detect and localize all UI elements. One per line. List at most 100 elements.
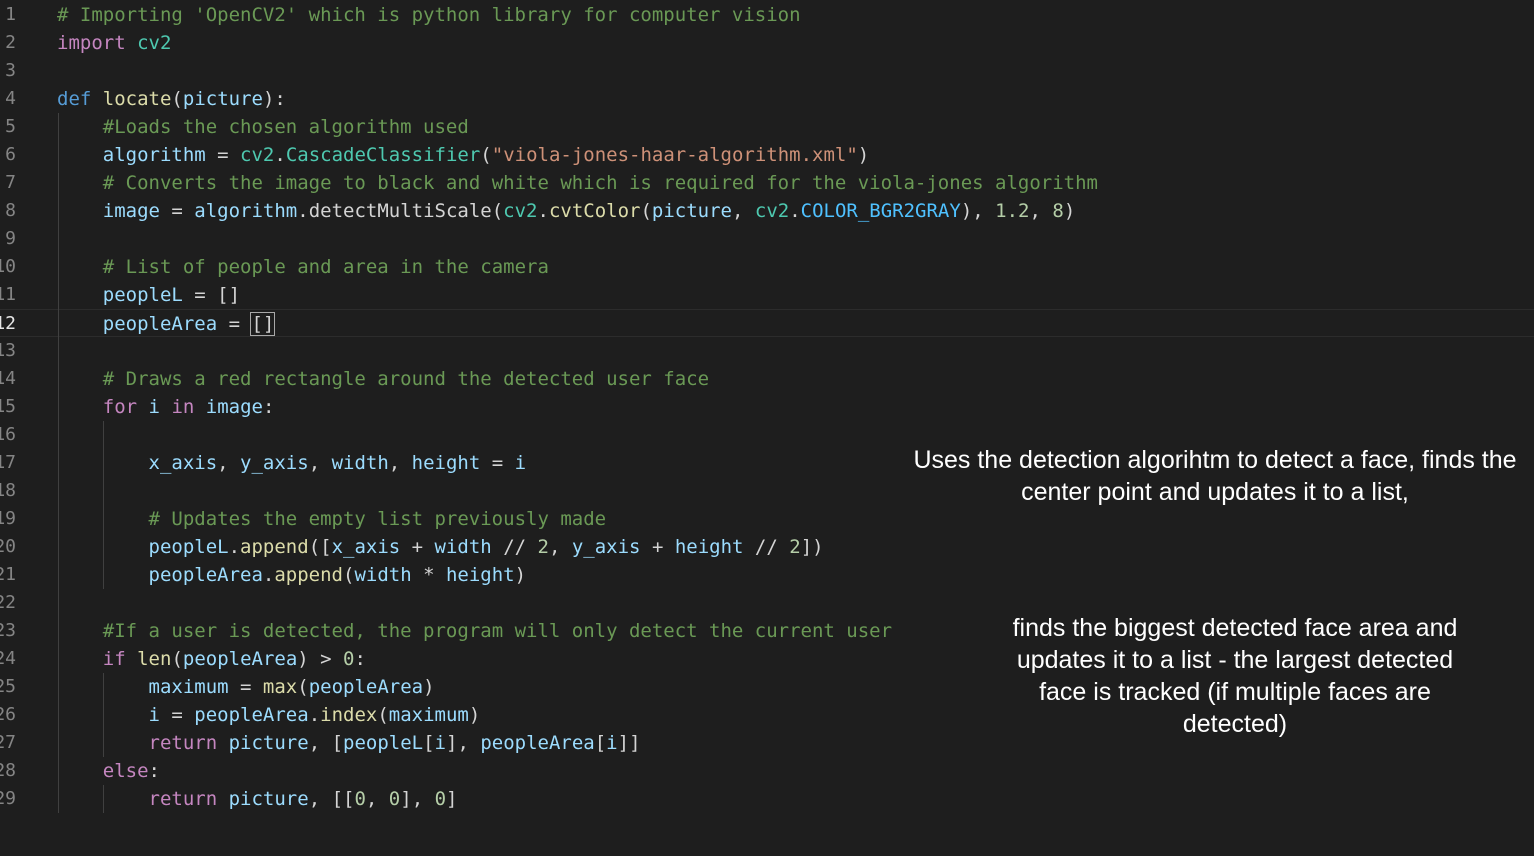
- indent-guide: [102, 421, 104, 589]
- code-token: ]): [800, 536, 824, 558]
- code-token: algorithm: [102, 144, 206, 166]
- code-text[interactable]: return picture, [[0, 0], 0]: [57, 785, 458, 813]
- code-line[interactable]: 20 peopleL.append([x_axis + width // 2, …: [0, 533, 1534, 561]
- code-text[interactable]: #If a user is detected, the program will…: [57, 617, 892, 645]
- line-number: 3: [5, 60, 16, 81]
- code-token: ]: [446, 788, 458, 810]
- code-line[interactable]: 14 # Draws a red rectangle around the de…: [0, 365, 1534, 393]
- code-token: //: [491, 536, 538, 558]
- code-text[interactable]: algorithm = cv2.CascadeClassifier("viola…: [57, 141, 869, 169]
- line-number: 14: [0, 368, 16, 389]
- code-token: i: [434, 732, 446, 754]
- code-text[interactable]: return picture, [peopleL[i], peopleArea[…: [57, 729, 641, 757]
- code-line[interactable]: 1 # Importing 'OpenCV2' which is python l…: [0, 1, 1534, 29]
- code-token: [: [594, 732, 607, 754]
- code-text[interactable]: if len(peopleArea) > 0:: [57, 645, 366, 673]
- code-text[interactable]: # Updates the empty list previously made: [57, 505, 607, 533]
- code-text[interactable]: import cv2: [57, 29, 171, 57]
- line-number: 5: [5, 116, 16, 137]
- code-text[interactable]: i = peopleArea.index(maximum): [57, 701, 481, 729]
- code-token: def: [57, 88, 92, 110]
- line-number: 24: [0, 648, 16, 669]
- code-token: peopleL: [343, 732, 424, 754]
- line-number: 16: [0, 424, 16, 445]
- code-text[interactable]: peopleL = []: [57, 281, 240, 309]
- code-token: 8: [1052, 200, 1064, 222]
- code-token: :: [354, 648, 366, 670]
- code-line[interactable]: 11 peopleL = []: [0, 281, 1534, 309]
- code-token: ],: [400, 788, 435, 810]
- code-token: y_axis: [240, 452, 309, 474]
- line-number: 13: [0, 340, 16, 361]
- code-line[interactable]: 12 peopleArea = []: [0, 309, 1534, 337]
- line-number: 23: [0, 620, 16, 641]
- code-line[interactable]: 19 # Updates the empty list previously m…: [0, 505, 1534, 533]
- code-token: ,: [731, 200, 755, 222]
- code-line[interactable]: 2 import cv2: [0, 29, 1534, 57]
- code-text[interactable]: maximum = max(peopleArea): [57, 673, 435, 701]
- code-token: peopleL: [102, 284, 183, 306]
- code-token: (: [171, 88, 183, 110]
- code-line[interactable]: 21 peopleArea.append(width * height): [0, 561, 1534, 589]
- cursor-bracket-match: []: [250, 312, 276, 336]
- code-text[interactable]: else:: [57, 757, 160, 785]
- code-text[interactable]: peopleArea = []: [57, 310, 276, 338]
- code-token: width: [354, 564, 412, 586]
- indent-guide: [58, 113, 59, 813]
- code-token: append: [240, 536, 309, 558]
- line-number: 21: [0, 564, 16, 585]
- code-token: .: [274, 144, 286, 166]
- code-line[interactable]: 8 image = algorithm.detectMultiScale(cv2…: [0, 197, 1534, 225]
- code-line[interactable]: 13: [0, 337, 1534, 365]
- code-token: cv2: [240, 144, 275, 166]
- code-line[interactable]: 10 # List of people and area in the came…: [0, 253, 1534, 281]
- line-number: 6: [5, 144, 16, 165]
- code-text[interactable]: for i in image:: [57, 393, 275, 421]
- code-text[interactable]: # Converts the image to black and white …: [57, 169, 1098, 197]
- line-number: 19: [0, 508, 16, 529]
- code-line[interactable]: 6 algorithm = cv2.CascadeClassifier("vio…: [0, 141, 1534, 169]
- code-token: peopleL: [148, 536, 229, 558]
- code-token: else: [102, 760, 149, 782]
- code-token: , [: [308, 732, 344, 754]
- code-token: = []: [182, 284, 241, 306]
- code-token: width: [331, 452, 389, 474]
- code-text[interactable]: #Loads the chosen algorithm used: [57, 113, 469, 141]
- code-token: x_axis: [148, 452, 218, 474]
- code-text[interactable]: # Importing 'OpenCV2' which is python li…: [57, 1, 801, 29]
- code-line[interactable]: 5 #Loads the chosen algorithm used: [0, 113, 1534, 141]
- code-line[interactable]: 9: [0, 225, 1534, 253]
- code-line[interactable]: 4 def locate(picture):: [0, 85, 1534, 113]
- indent-guide: [102, 673, 104, 757]
- code-line[interactable]: 3: [0, 57, 1534, 85]
- code-text[interactable]: # Draws a red rectangle around the detec…: [57, 365, 709, 393]
- code-token: 0: [388, 788, 401, 810]
- code-token: ,: [308, 452, 332, 474]
- code-text[interactable]: def locate(picture):: [57, 85, 286, 113]
- code-line[interactable]: 15 for i in image:: [0, 393, 1534, 421]
- code-token: cv2: [137, 32, 172, 54]
- code-line[interactable]: 7 # Converts the image to black and whit…: [0, 169, 1534, 197]
- line-number: 12: [0, 313, 16, 334]
- code-token: ,: [217, 452, 241, 474]
- code-line[interactable]: 29 return picture, [[0, 0], 0]: [0, 785, 1534, 813]
- code-text[interactable]: x_axis, y_axis, width, height = i: [57, 449, 527, 477]
- code-text[interactable]: image = algorithm.detectMultiScale(cv2.c…: [57, 197, 1076, 225]
- code-token: .: [789, 200, 801, 222]
- code-token: peopleArea: [194, 704, 309, 726]
- code-text[interactable]: peopleArea.append(width * height): [57, 561, 527, 589]
- code-token: .detectMultiScale(: [297, 200, 504, 222]
- code-text[interactable]: # List of people and area in the camera: [57, 253, 549, 281]
- code-token: ]]: [617, 732, 641, 754]
- code-line[interactable]: 28 else:: [0, 757, 1534, 785]
- code-token: 0: [354, 788, 366, 810]
- code-text[interactable]: peopleL.append([x_axis + width // 2, y_a…: [57, 533, 824, 561]
- code-token: append: [274, 564, 343, 586]
